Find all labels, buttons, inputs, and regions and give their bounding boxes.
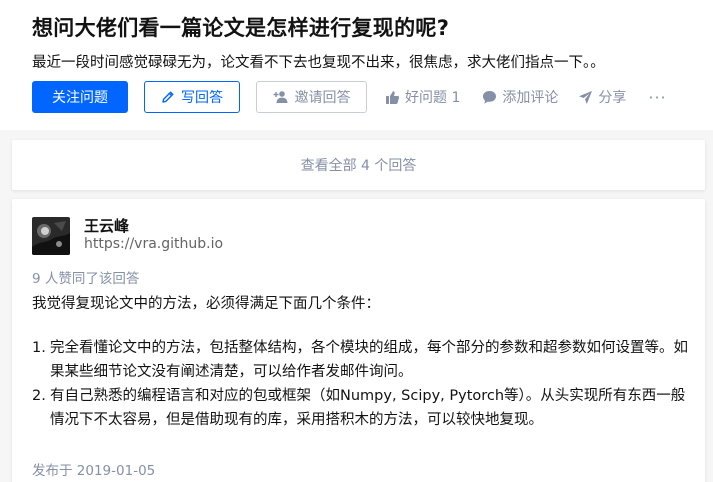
answer-list-item: 2. 有自己熟悉的编程语言和对应的包或框架（如Numpy, Scipy, Pyt… [32, 384, 692, 432]
answer-list-item: 1. 完全看懂论文中的方法，包括整体结构，各个模块的组成，每个部分的参数和超参数… [32, 336, 692, 384]
invite-answer-label: 邀请回答 [294, 90, 351, 106]
write-answer-button[interactable]: 写回答 [144, 81, 240, 113]
good-question-label: 好问题 1 [405, 90, 461, 106]
invite-icon [273, 90, 289, 104]
author-name[interactable]: 王云峰 [84, 215, 129, 236]
answer-list: 1. 完全看懂论文中的方法，包括整体结构，各个模块的组成，每个部分的参数和超参数… [32, 336, 692, 432]
list-item-text: 完全看懂论文中的方法，包括整体结构，各个模块的组成，每个部分的参数和超参数如何设… [50, 340, 688, 380]
vote-count: 9 人赞同了该回答 [32, 271, 140, 287]
good-question-button[interactable]: 好问题 1 [385, 87, 460, 107]
write-answer-label: 写回答 [181, 90, 223, 106]
list-item-text: 有自己熟悉的编程语言和对应的包或框架（如Numpy, Scipy, Pytorc… [50, 388, 686, 428]
follow-question-label: 关注问题 [52, 90, 108, 106]
avatar-image [32, 217, 70, 255]
question-header: 想问大佬们看一篇论文是怎样进行复现的呢? 最近一段时间感觉碌碌无为，论文看不下去… [0, 0, 713, 130]
invite-answer-button[interactable]: 邀请回答 [256, 81, 367, 113]
share-icon [578, 90, 593, 105]
posted-date[interactable]: 发布于 2019-01-05 [32, 459, 155, 479]
share-button[interactable]: 分享 [578, 87, 626, 107]
list-item-number: 1. [32, 340, 46, 356]
view-all-answers-button[interactable]: 查看全部 4 个回答 [12, 140, 705, 190]
author-headline: https://vra.github.io [84, 236, 224, 252]
answer-card: 王云峰 https://vra.github.io 9 人赞同了该回答 我觉得复… [12, 199, 705, 482]
question-detail: 最近一段时间感觉碌碌无为，论文看不下去也复现不出来，很焦虑，求大佬们指点一下。。 [32, 55, 605, 71]
list-item-number: 2. [32, 388, 46, 404]
pen-icon [161, 90, 175, 104]
share-label: 分享 [598, 90, 627, 106]
question-title: 想问大佬们看一篇论文是怎样进行复现的呢? [32, 16, 450, 40]
add-comment-label: 添加评论 [502, 90, 559, 106]
follow-question-button[interactable]: 关注问题 [32, 81, 128, 113]
more-button[interactable]: ··· [648, 88, 666, 107]
author-avatar[interactable] [32, 217, 70, 255]
thumb-up-icon [385, 90, 400, 105]
add-comment-button[interactable]: 添加评论 [482, 87, 558, 107]
question-actions: 关注问题 写回答 邀请回答 好问题 1 添加评论 分享 ··· [32, 81, 667, 113]
comment-icon [482, 90, 497, 105]
answer-intro: 我觉得复现论文中的方法，必须得满足下面几个条件： [32, 296, 380, 312]
